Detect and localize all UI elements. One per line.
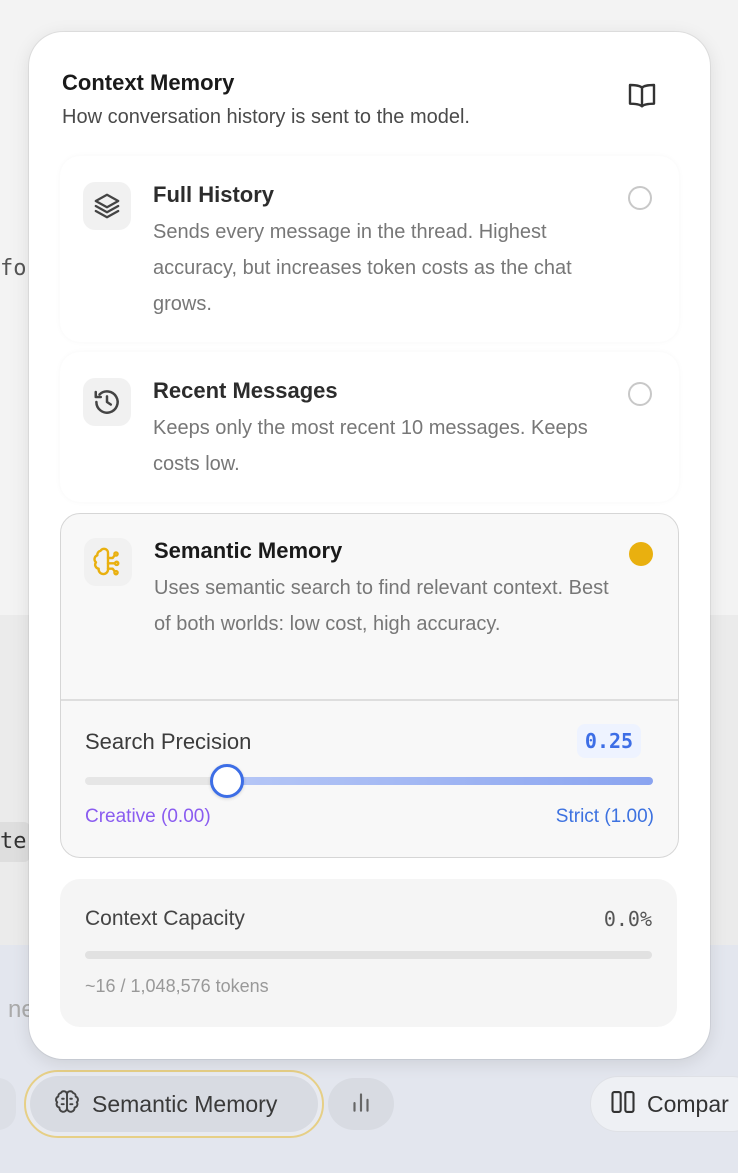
book-open-icon bbox=[626, 79, 658, 116]
brain-icon bbox=[54, 1089, 80, 1120]
option-recent-messages[interactable]: Recent Messages Keeps only the most rece… bbox=[60, 352, 679, 502]
brain-circuit-icon bbox=[84, 538, 132, 586]
compare-label: Compar bbox=[647, 1090, 729, 1117]
search-precision-slider[interactable] bbox=[85, 764, 653, 798]
columns-icon bbox=[609, 1088, 637, 1121]
popover-title: Context Memory bbox=[62, 70, 235, 95]
option-title: Recent Messages bbox=[153, 378, 338, 403]
popover-subtitle: How conversation history is sent to the … bbox=[62, 106, 470, 128]
capacity-bar bbox=[85, 951, 652, 959]
radio-recent-messages[interactable] bbox=[628, 382, 652, 406]
compare-button[interactable]: Compar bbox=[590, 1076, 738, 1132]
layers-icon bbox=[83, 182, 131, 230]
option-full-history[interactable]: Full History Sends every message in the … bbox=[60, 156, 679, 342]
slider-min-label: Creative (0.00) bbox=[85, 806, 211, 827]
radio-semantic-memory[interactable] bbox=[629, 542, 653, 566]
memory-mode-button[interactable]: Semantic Memory bbox=[24, 1070, 324, 1138]
option-title: Semantic Memory bbox=[154, 538, 343, 563]
capacity-percent: 0.0% bbox=[603, 907, 652, 931]
option-description: Keeps only the most recent 10 messages. … bbox=[153, 417, 588, 475]
radio-full-history[interactable] bbox=[628, 186, 652, 210]
history-icon bbox=[83, 378, 131, 426]
context-memory-popover: Context Memory How conversation history … bbox=[29, 32, 710, 1059]
bar-chart-icon bbox=[348, 1089, 374, 1120]
option-title: Full History bbox=[153, 182, 275, 207]
background-text-fragment: fo bbox=[0, 256, 27, 281]
context-capacity-panel: Context Capacity 0.0% ~16 / 1,048,576 to… bbox=[60, 879, 677, 1027]
capacity-tokens: ~16 / 1,048,576 tokens bbox=[85, 976, 269, 996]
option-description: Sends every message in the thread. Highe… bbox=[153, 221, 572, 315]
capacity-label: Context Capacity bbox=[85, 907, 245, 930]
docs-button[interactable] bbox=[623, 78, 661, 116]
search-precision-label: Search Precision bbox=[85, 729, 252, 754]
divider bbox=[61, 699, 678, 701]
option-semantic-memory[interactable]: Semantic Memory Uses semantic search to … bbox=[60, 513, 679, 858]
memory-mode-label: Semantic Memory bbox=[92, 1090, 278, 1117]
background-code-fragment: te bbox=[0, 822, 30, 862]
slider-thumb[interactable] bbox=[210, 764, 244, 798]
slider-max-label: Strict (1.00) bbox=[555, 806, 654, 827]
stats-button[interactable] bbox=[328, 1078, 394, 1130]
search-precision-value: 0.25 bbox=[577, 724, 641, 758]
option-description: Uses semantic search to find relevant co… bbox=[154, 577, 609, 635]
